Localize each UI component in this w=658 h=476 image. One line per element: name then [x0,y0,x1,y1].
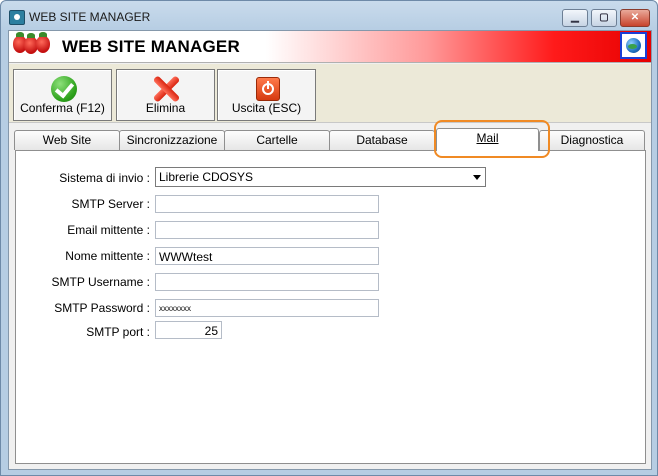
close-icon: ✕ [630,12,640,23]
tab-label: Web Site [42,133,92,147]
globe-icon [626,38,641,53]
minimize-icon: ▁ [571,12,579,23]
globe-button[interactable] [620,32,647,59]
smtp-server-input[interactable] [155,195,379,213]
delete-button-label: Elimina [145,101,186,115]
sistema-select[interactable]: Librerie CDOSYS [155,167,486,187]
minimize-button[interactable]: ▁ [562,9,588,27]
app-icon [9,10,25,25]
smtp-server-label: SMTP Server : [71,197,150,211]
smtp-port-input[interactable]: 25 [155,321,222,339]
app-window: WEB SITE MANAGER ▁ ▢ ✕ WEB SITE MANAGER … [0,0,658,476]
exit-button-label: Uscita (ESC) [231,101,302,115]
window-title: WEB SITE MANAGER [29,10,151,24]
client-area: WEB SITE MANAGER Conferma (F12) Elimina … [8,30,652,470]
mail-settings-panel: Sistema di invio : Librerie CDOSYS SMTP … [15,150,646,464]
sistema-select-value: Librerie CDOSYS [159,170,254,184]
close-button[interactable]: ✕ [620,9,650,27]
smtp-password-label: SMTP Password : [54,301,150,315]
sistema-label: Sistema di invio : [59,171,150,185]
tab-label: Sincronizzazione [126,133,218,147]
chevron-down-icon [473,175,481,180]
confirm-button[interactable]: Conferma (F12) [13,69,112,121]
maximize-icon: ▢ [599,12,609,23]
tab-web-site[interactable]: Web Site [14,130,120,150]
tab-highlight-outline [434,120,550,158]
tab-label: Database [356,133,408,147]
delete-button[interactable]: Elimina [116,69,215,121]
toolbar: Conferma (F12) Elimina Uscita (ESC) [9,64,651,123]
email-mittente-label: Email mittente : [67,223,150,237]
delete-x-icon [153,75,179,103]
smtp-username-label: SMTP Username : [51,275,150,289]
title-bar[interactable]: WEB SITE MANAGER ▁ ▢ ✕ [1,1,657,31]
tab-database[interactable]: Database [329,130,435,150]
smtp-password-input[interactable]: xxxxxxxx [155,299,379,317]
tab-diagnostica[interactable]: Diagnostica [539,130,645,150]
confirm-button-label: Conferma (F12) [20,101,105,115]
power-icon [256,77,280,101]
tab-label: Diagnostica [560,133,624,147]
tab-cartelle[interactable]: Cartelle [224,130,330,150]
tab-strip: Web Site Sincronizzazione Cartelle Datab… [9,128,651,151]
app-header: WEB SITE MANAGER [9,31,651,63]
email-mittente-input[interactable] [155,221,379,239]
check-icon [51,76,77,102]
tab-sincronizzazione[interactable]: Sincronizzazione [119,130,225,150]
smtp-username-input[interactable] [155,273,379,291]
nome-mittente-label: Nome mittente : [65,249,150,263]
tab-label: Cartelle [256,133,298,147]
nome-mittente-input[interactable]: WWWtest [155,247,379,265]
header-title: WEB SITE MANAGER [62,37,240,56]
exit-button[interactable]: Uscita (ESC) [217,69,316,121]
strawberry-logo-icon [36,32,50,53]
maximize-button[interactable]: ▢ [591,9,617,27]
smtp-port-label: SMTP port : [86,325,150,339]
